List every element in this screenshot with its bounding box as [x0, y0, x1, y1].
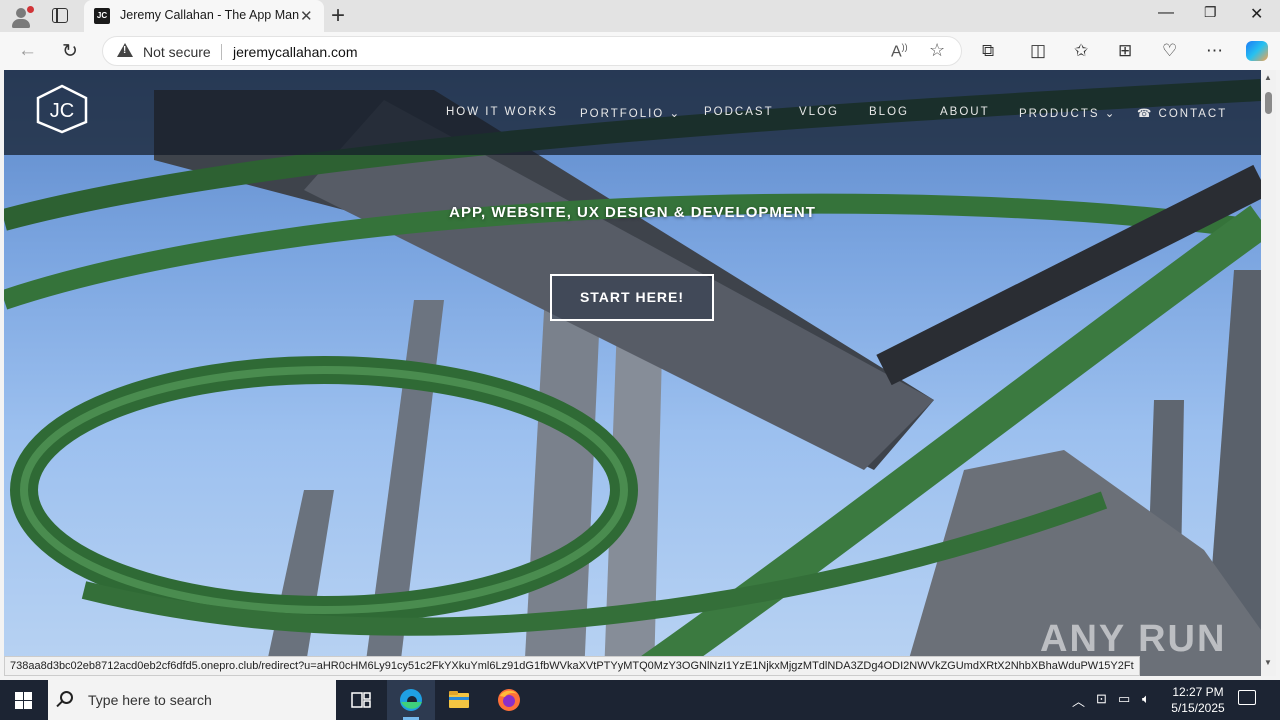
site-favicon-icon: JC: [94, 8, 110, 24]
favorite-star-icon[interactable]: ☆: [929, 40, 945, 61]
security-label[interactable]: Not secure: [143, 44, 211, 60]
extensions-icon[interactable]: ⧉: [982, 41, 994, 61]
nav-contact[interactable]: ☎ CONTACT: [1137, 106, 1227, 120]
browser-tab[interactable]: JC Jeremy Callahan - The App Man ✕: [84, 0, 324, 32]
hero-title: APP, WEBSITE, UX DESIGN & DEVELOPMENT: [449, 204, 816, 221]
start-here-button[interactable]: START HERE!: [550, 274, 714, 321]
warning-icon[interactable]: [117, 43, 133, 57]
volume-icon[interactable]: 🔈︎: [1142, 691, 1150, 707]
search-placeholder: Type here to search: [88, 692, 212, 708]
back-arrow-icon[interactable]: ←: [18, 40, 37, 62]
clock-date: 5/15/2025: [1171, 701, 1225, 715]
favorites-icon[interactable]: ✩: [1074, 41, 1088, 61]
new-tab-button[interactable]: +: [331, 2, 345, 30]
web-page-viewport: JC HOW IT WORKS PORTFOLIO ⌄ PODCAST VLOG…: [4, 70, 1261, 676]
copilot-icon[interactable]: [1246, 41, 1268, 61]
nav-vlog[interactable]: VLOG: [799, 106, 839, 118]
nav-how-it-works[interactable]: HOW IT WORKS: [446, 106, 558, 118]
scroll-thumb[interactable]: [1265, 92, 1272, 114]
system-clock[interactable]: 12:27 PM 5/15/2025: [1160, 684, 1236, 716]
windows-start-icon[interactable]: [15, 692, 32, 709]
read-aloud-icon[interactable]: A)): [891, 42, 908, 61]
scroll-up-icon[interactable]: ▲: [1264, 73, 1272, 82]
refresh-icon[interactable]: ↻: [62, 40, 78, 63]
nav-blog[interactable]: BLOG: [869, 106, 909, 118]
task-view-icon[interactable]: [349, 688, 373, 712]
clock-time: 12:27 PM: [1172, 685, 1224, 699]
url-text[interactable]: jeremycallahan.com: [233, 44, 358, 60]
address-bar[interactable]: Not secure jeremycallahan.com A)) ☆: [102, 36, 962, 66]
nav-about[interactable]: ABOUT: [940, 106, 990, 118]
nav-products[interactable]: PRODUCTS ⌄: [1019, 106, 1116, 120]
profile-icon[interactable]: [10, 6, 34, 28]
notifications-icon[interactable]: [1238, 690, 1256, 705]
collections-icon[interactable]: ⊞: [1118, 41, 1132, 61]
split-screen-icon[interactable]: ◫: [1030, 41, 1046, 61]
windows-taskbar: Type here to search ︿ ⊡ ▭ 🔈︎ 12:27 PM 5/…: [0, 680, 1280, 720]
edge-browser-icon[interactable]: [399, 688, 423, 712]
close-tab-icon[interactable]: ✕: [300, 7, 313, 25]
restore-icon[interactable]: ❐: [1204, 4, 1217, 21]
hero-background-image: [4, 79, 1261, 676]
nav-portfolio[interactable]: PORTFOLIO ⌄: [580, 106, 681, 120]
taskbar-search-box[interactable]: Type here to search: [48, 680, 336, 720]
nav-podcast[interactable]: PODCAST: [704, 106, 774, 118]
site-header: JC HOW IT WORKS PORTFOLIO ⌄ PODCAST VLOG…: [4, 70, 1261, 155]
more-options-icon[interactable]: ⋯: [1206, 41, 1223, 61]
jc-logo-icon[interactable]: JC: [34, 84, 90, 134]
firefox-icon[interactable]: [497, 688, 521, 712]
tray-device-icon[interactable]: ⊡: [1096, 691, 1107, 707]
search-icon: [60, 691, 73, 704]
browser-toolbar: ← ↻ Not secure jeremycallahan.com A)) ☆ …: [0, 32, 1280, 70]
page-scrollbar[interactable]: ▲ ▼: [1261, 70, 1276, 676]
anyrun-watermark: ANY RUN: [1040, 618, 1227, 660]
file-explorer-icon[interactable]: [447, 688, 471, 712]
minimize-icon[interactable]: —: [1158, 4, 1174, 22]
tray-chevron-up-icon[interactable]: ︿: [1072, 691, 1085, 710]
tab-title: Jeremy Callahan - The App Man: [120, 8, 300, 22]
close-window-icon[interactable]: ✕: [1250, 4, 1263, 24]
tab-actions-icon[interactable]: [52, 8, 68, 23]
scroll-down-icon[interactable]: ▼: [1264, 658, 1272, 667]
browser-essentials-icon[interactable]: ♡: [1162, 41, 1177, 61]
status-bar-link-preview: 738aa8d3bc02eb8712acd0eb2cf6dfd5.onepro.…: [4, 656, 1140, 676]
browser-tab-strip: JC Jeremy Callahan - The App Man ✕ + — ❐…: [0, 0, 1280, 32]
network-icon[interactable]: ▭: [1118, 691, 1130, 707]
svg-text:JC: JC: [50, 100, 74, 122]
